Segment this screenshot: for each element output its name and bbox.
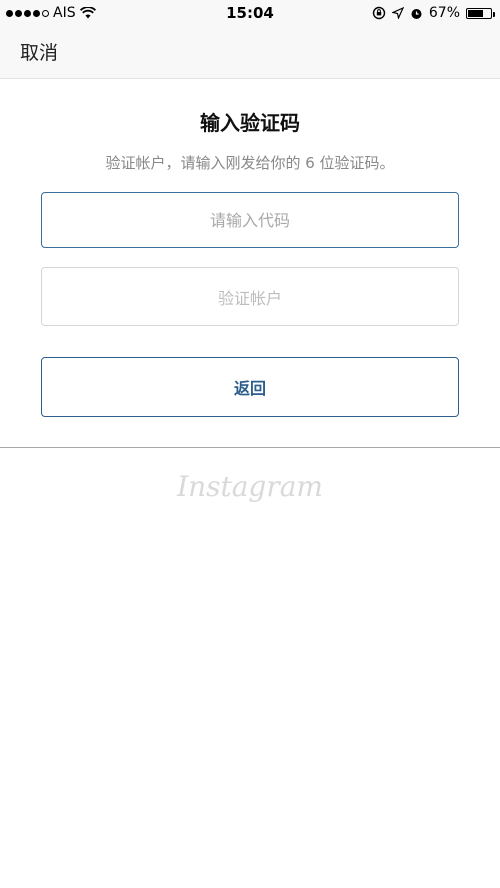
section-divider (0, 447, 500, 448)
status-bar-right: 67% (372, 5, 500, 21)
instagram-logo: Instagram (177, 470, 323, 503)
battery-level-fill (468, 9, 483, 17)
back-button[interactable]: 返回 (41, 357, 459, 417)
battery-percent: 67% (428, 5, 460, 21)
navigation-bar: 取消 (0, 26, 500, 79)
status-bar-left: AIS (0, 5, 96, 21)
page-title: 输入验证码 (200, 111, 300, 135)
battery-icon (466, 7, 495, 19)
verification-code-field[interactable] (41, 192, 459, 248)
page-subtitle: 验证帐户，请输入刚发给你的 6 位验证码。 (105, 154, 395, 172)
signal-strength-icon (6, 9, 49, 17)
status-bar: AIS 15:04 67% (0, 0, 500, 26)
carrier-name: AIS (53, 5, 76, 21)
location-arrow-icon (391, 7, 404, 19)
verification-code-input[interactable] (42, 192, 458, 248)
wifi-icon (79, 7, 96, 19)
cancel-button[interactable]: 取消 (20, 38, 58, 65)
alarm-clock-icon (411, 8, 422, 19)
verify-account-button[interactable]: 验证帐户 (41, 267, 459, 326)
rotation-lock-icon (372, 6, 386, 20)
